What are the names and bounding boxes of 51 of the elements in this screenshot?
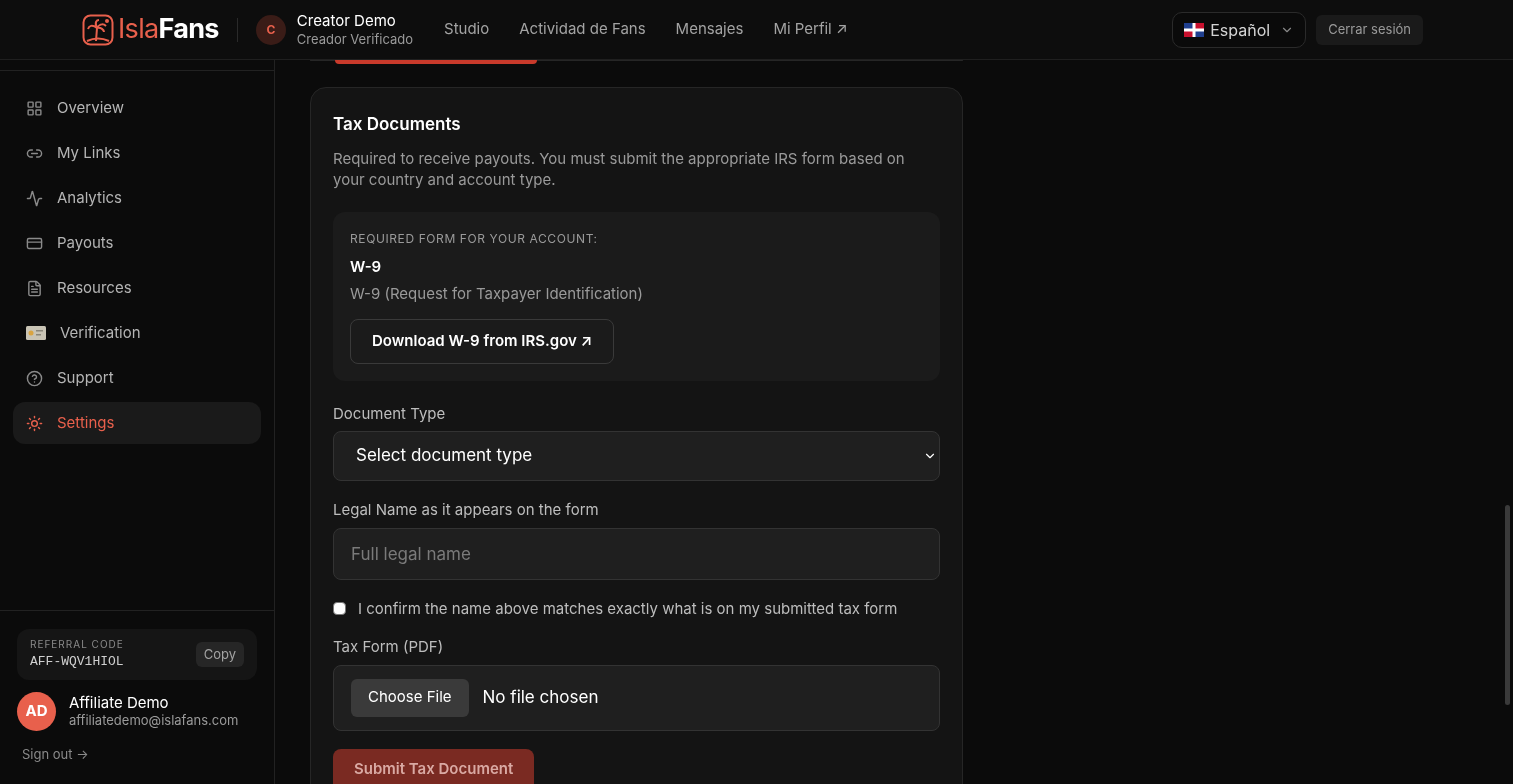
sign-out-link[interactable]: Sign out →: [22, 744, 257, 764]
submit-button[interactable]: Submit Tax Document: [333, 748, 535, 784]
required-form-label: REQUIRED FORM FOR YOUR ACCOUNT:: [350, 229, 598, 248]
card-description: Required to receive payouts. You must submit the appropriate IRS form based on your country and account type.: [333, 147, 906, 190]
help-icon: [26, 369, 43, 387]
sidebar-item[interactable]: Resources: [13, 267, 261, 309]
account-email: affiliatedemo@islafans.com: [69, 712, 239, 729]
nav-link[interactable]: Mensajes: [675, 18, 744, 41]
user-name: Creator Demo: [296, 12, 397, 31]
palm-tree-logo-icon: [82, 13, 114, 46]
field-label: Legal Name as it appears on the form: [333, 499, 600, 521]
settings-icon: [26, 414, 43, 432]
nav-link[interactable]: Actividad de Fans: [519, 18, 646, 41]
nav-link[interactable]: Studio: [444, 18, 490, 41]
confirm-checkbox[interactable]: [333, 602, 346, 616]
avatar: C: [255, 14, 286, 45]
form-code: W-9: [350, 255, 382, 278]
account-name: Affiliate Demo: [69, 693, 170, 713]
logout-button[interactable]: Cerrar sesión: [1316, 14, 1423, 45]
form-name: W-9 (Request for Taxpayer Identification): [350, 283, 643, 305]
field-label: Document Type: [333, 402, 447, 425]
choose-file-button[interactable]: Choose File: [351, 678, 469, 717]
sidebar-item[interactable]: Verification: [13, 312, 261, 354]
copy-button[interactable]: Copy: [195, 641, 244, 667]
confirm-label: I confirm the name above matches exactly what is on my submitted tax form: [358, 597, 898, 620]
nav-link[interactable]: Mi Perfil ↗: [773, 18, 848, 41]
language-select[interactable]: Español: [1172, 11, 1307, 48]
referral-label: REFERRAL CODE: [30, 637, 124, 652]
id-card-icon: [26, 326, 46, 340]
field-label: Tax Form (PDF): [333, 636, 445, 658]
scrollbar-thumb[interactable]: [1505, 505, 1510, 705]
user-role: Creador Verificado: [296, 30, 413, 47]
file-icon: [26, 279, 43, 297]
file-status: No file chosen: [482, 685, 599, 709]
sidebar-item[interactable]: Analytics: [13, 177, 261, 219]
sidebar-item[interactable]: My Links: [13, 132, 261, 174]
card-title: Tax Documents: [333, 113, 462, 136]
document-type-select[interactable]: Select document type: [333, 431, 940, 481]
grid-icon: [26, 99, 43, 117]
legal-name-input[interactable]: Full legal name: [333, 527, 940, 580]
sidebar-item[interactable]: Overview: [13, 87, 261, 129]
sidebar-item[interactable]: Settings: [13, 402, 261, 444]
sidebar-item[interactable]: Payouts: [13, 222, 261, 264]
download-button[interactable]: Download W-9 from IRS.gov ↗: [350, 318, 615, 364]
brand-name: IslaFans: [118, 11, 219, 48]
file-input[interactable]: Choose File No file chosen: [333, 664, 940, 731]
sidebar-item[interactable]: Support: [13, 357, 261, 399]
referral-code: AFF-WQV1HIOL: [30, 653, 124, 671]
avatar: AD: [17, 691, 56, 731]
flag-icon: [1184, 22, 1205, 37]
chart-icon: [26, 189, 43, 207]
